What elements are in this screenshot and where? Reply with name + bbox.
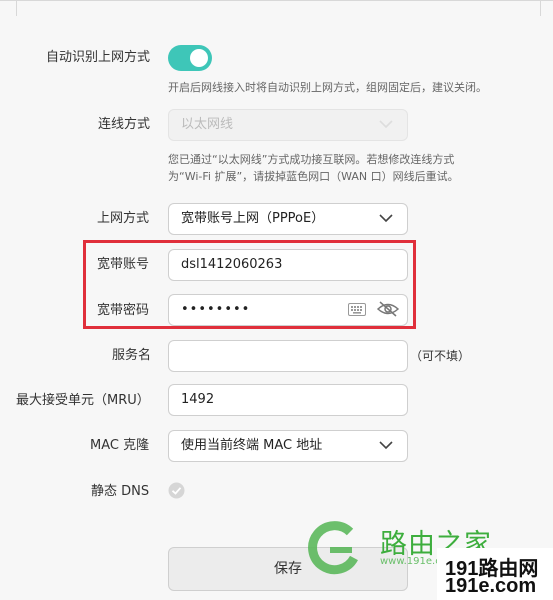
- eye-icon[interactable]: [377, 300, 399, 318]
- service-name-optional: （可不填）: [410, 349, 471, 363]
- mac-clone-label: MAC 克隆: [90, 438, 150, 453]
- auto-detect-toggle[interactable]: [168, 45, 212, 71]
- auto-detect-hint: 开启后网线接入时将自动识别上网方式，组网固定后，建议关闭。: [168, 81, 487, 94]
- mac-clone-select[interactable]: 使用当前终端 MAC 地址: [168, 430, 408, 462]
- connection-note-line1: 您已通过“以太网线”方式成功接互联网。若想修改连线方式: [168, 153, 455, 166]
- password-value: ••••••••: [181, 302, 251, 317]
- connection-type-label: 连线方式: [98, 117, 151, 132]
- mru-input[interactable]: 1492: [168, 384, 408, 416]
- static-dns-label: 静态 DNS: [91, 484, 150, 499]
- chevron-down-icon: [379, 120, 393, 129]
- internet-mode-select[interactable]: 宽带账号上网（PPPoE）: [168, 203, 408, 235]
- password-input[interactable]: ••••••••: [168, 294, 408, 326]
- internet-mode-value: 宽带账号上网（PPPoE）: [181, 211, 325, 226]
- service-name-input[interactable]: [168, 340, 408, 372]
- connection-type-select: 以太网线: [168, 109, 408, 141]
- watermark-badge-line2: 191e.com: [445, 575, 537, 597]
- connection-type-value: 以太网线: [181, 117, 234, 132]
- internet-mode-label: 上网方式: [97, 211, 150, 226]
- password-label: 宽带密码: [97, 303, 150, 318]
- account-input[interactable]: dsl1412060263: [168, 249, 408, 281]
- router-home-logo: [308, 521, 358, 575]
- service-name-label: 服务名: [112, 348, 152, 363]
- connection-note-line2: 为“Wi-Fi 扩展”，请拔掉蓝色网口（WAN 口）网线后重试。: [168, 170, 459, 183]
- mru-value: 1492: [181, 392, 215, 407]
- mru-label: 最大接受单元（MRU）: [16, 393, 150, 408]
- keyboard-icon[interactable]: [348, 303, 366, 316]
- watermark-badge: 191路由网 191e.com: [437, 548, 553, 600]
- toggle-knob: [190, 49, 208, 67]
- chevron-down-icon: [379, 214, 393, 223]
- chevron-down-icon: [379, 441, 393, 450]
- check-circle-icon[interactable]: [168, 482, 185, 499]
- account-label: 宽带账号: [97, 257, 150, 272]
- save-button[interactable]: 保存: [168, 547, 408, 591]
- mac-clone-value: 使用当前终端 MAC 地址: [181, 438, 323, 453]
- account-value: dsl1412060263: [181, 257, 283, 272]
- panel-top-border: [0, 0, 553, 16]
- auto-detect-label: 自动识别上网方式: [46, 50, 151, 65]
